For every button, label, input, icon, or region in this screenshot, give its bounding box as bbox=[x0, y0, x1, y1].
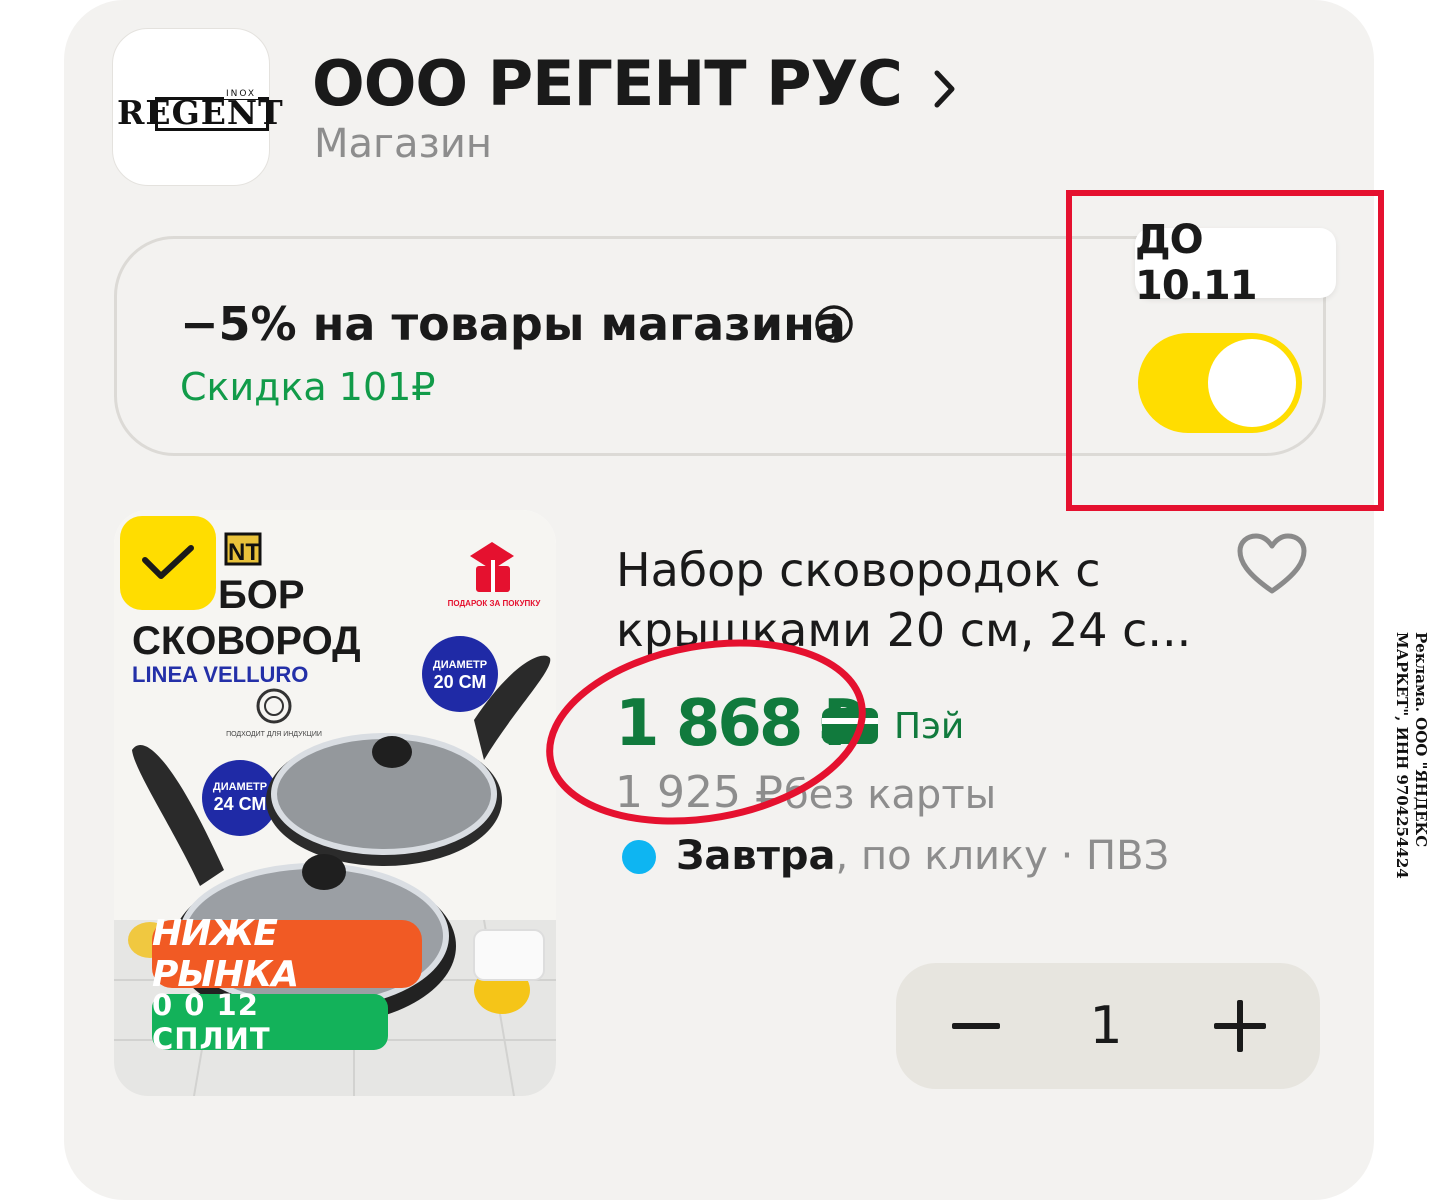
product-title-line-1: Набор сковородок с bbox=[616, 543, 1101, 597]
annotation-price-circle bbox=[546, 639, 866, 825]
chevron-right-icon bbox=[932, 48, 958, 128]
image-heading-3: LINEA VELLURO bbox=[132, 662, 308, 687]
checkmark-icon bbox=[142, 545, 194, 579]
minus-icon bbox=[952, 1023, 1000, 1029]
image-diam1-label: ДИАМЕТР bbox=[433, 659, 487, 671]
image-induction-text: ПОДХОДИТ ДЛЯ ИНДУКЦИИ bbox=[226, 731, 322, 738]
shop-name-link[interactable]: ООО РЕГЕНТ РУС bbox=[312, 44, 958, 128]
increase-quantity-button[interactable] bbox=[1212, 998, 1268, 1054]
shop-name: ООО РЕГЕНТ РУС bbox=[312, 47, 903, 120]
image-brand-text: NT bbox=[228, 539, 260, 566]
heart-icon[interactable] bbox=[1236, 533, 1308, 601]
image-diam2-label: ДИАМЕТР bbox=[213, 781, 267, 793]
image-gift-text: ПОДАРОК ЗА ПОКУПКУ bbox=[448, 599, 542, 608]
delivery-info: Завтра, по клику · ПВЗ bbox=[676, 830, 1169, 882]
logo-text: REGENT bbox=[117, 93, 284, 132]
lower-than-market-badge: НИЖЕ РЫНКА bbox=[152, 913, 422, 995]
shop-logo[interactable]: INOX REGENT bbox=[112, 28, 283, 186]
shop-type: Магазин bbox=[314, 121, 492, 167]
image-diam1-value: 20 СМ bbox=[434, 672, 487, 692]
info-icon[interactable] bbox=[814, 304, 854, 348]
decrease-quantity-button[interactable] bbox=[950, 1000, 1002, 1052]
plus-icon bbox=[1214, 1000, 1266, 1052]
product-select-checkbox[interactable] bbox=[120, 516, 216, 610]
image-heading-2: СКОВОРОД bbox=[132, 619, 361, 663]
delivery-day: Завтра bbox=[676, 833, 836, 879]
promo-title: −5% на товары магазина bbox=[180, 297, 846, 351]
image-diam2-value: 24 СМ bbox=[214, 794, 267, 814]
pay-label: Пэй bbox=[894, 706, 965, 747]
split-badge: 0 0 12 СПЛИТ bbox=[152, 988, 388, 1056]
image-heading-1: БОР bbox=[218, 573, 305, 617]
promo-discount: Скидка 101₽ bbox=[180, 365, 436, 409]
regent-logo: INOX REGENT bbox=[117, 89, 283, 133]
annotation-highlight-box bbox=[1066, 190, 1384, 511]
delivery-status-dot bbox=[622, 840, 656, 874]
ad-disclaimer: Реклама. ООО "ЯНДЕКС МАРКЕТ", ИНН 970425… bbox=[1393, 632, 1430, 879]
delivery-method: , по клику · ПВЗ bbox=[835, 833, 1170, 879]
quantity-value: 1 bbox=[1089, 996, 1123, 1056]
